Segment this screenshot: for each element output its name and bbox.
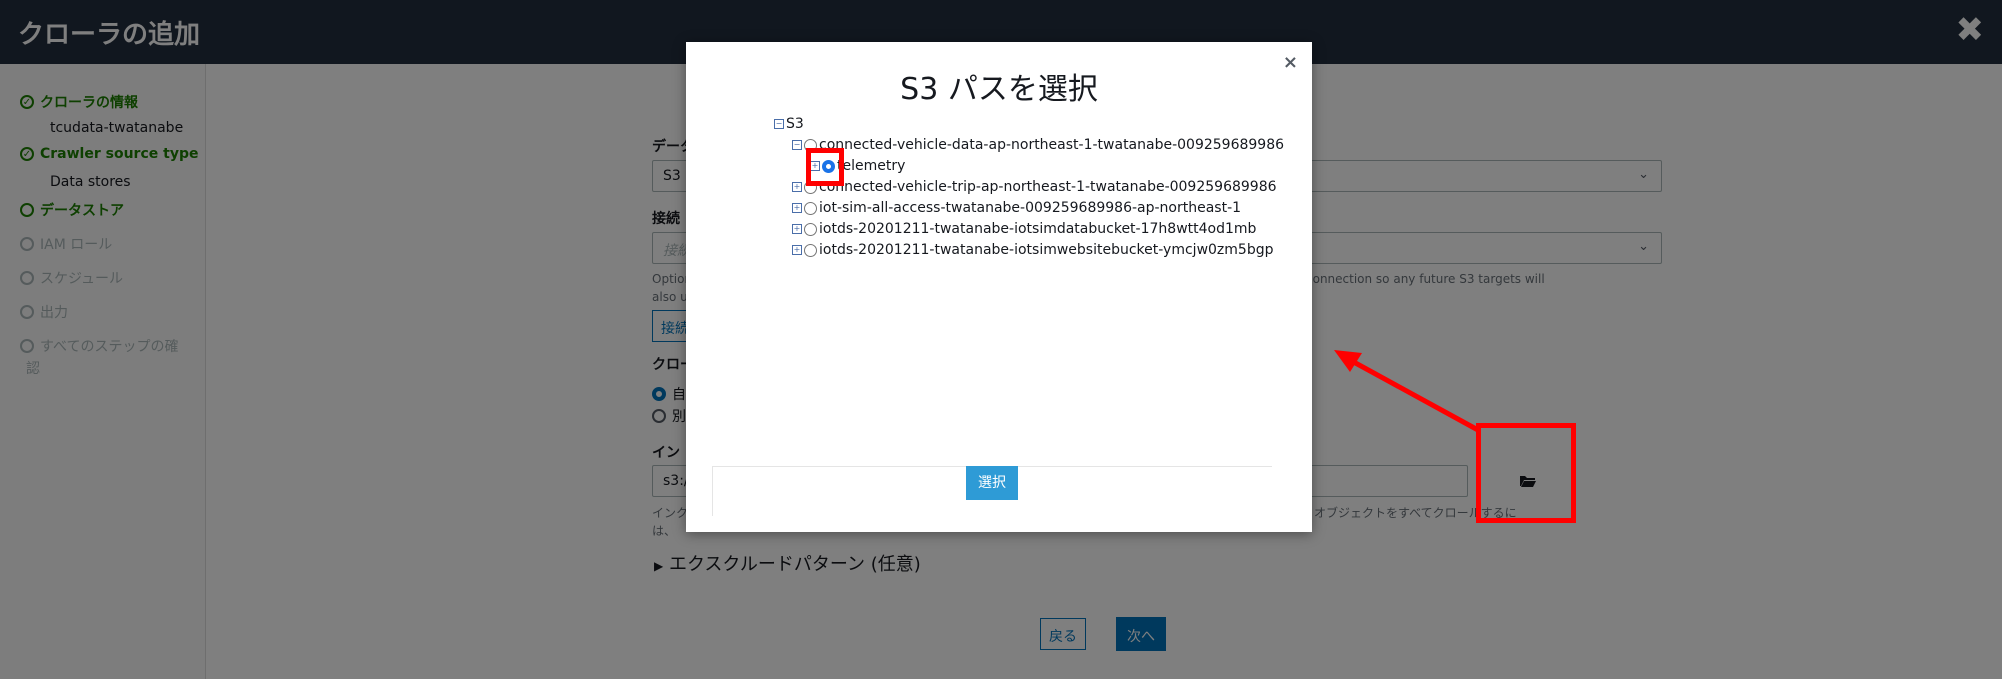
annotation-arrow [1334, 350, 1480, 433]
